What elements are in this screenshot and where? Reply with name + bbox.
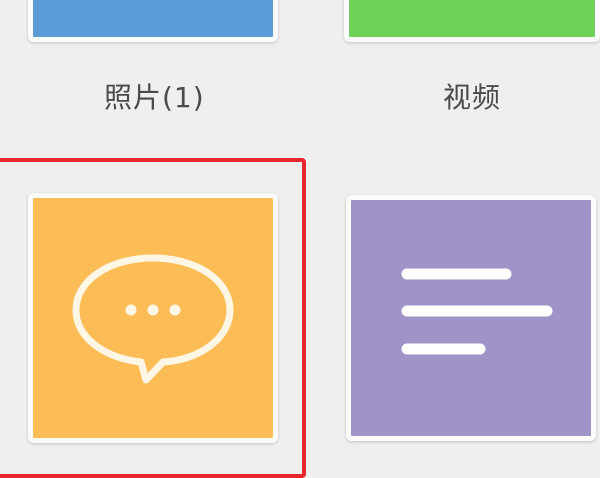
document-tile[interactable] [346,195,596,441]
document-lines-icon [401,268,553,355]
video-tile-label: 视频 [443,81,502,114]
photo-tile[interactable] [28,0,278,42]
selection-highlight [0,158,306,478]
video-tile[interactable] [344,0,600,42]
photo-tile-label: 照片(1) [104,81,205,114]
